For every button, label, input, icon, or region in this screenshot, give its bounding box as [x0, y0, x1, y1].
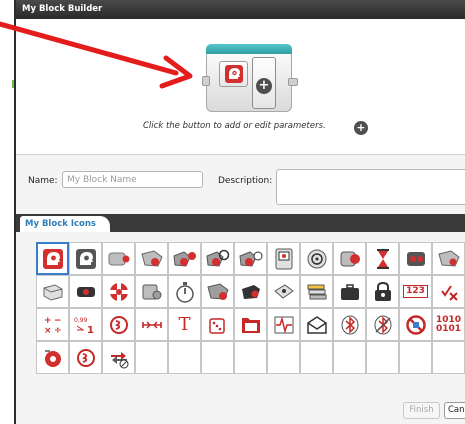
- range-small-icon[interactable]: [69, 341, 102, 374]
- infrared-beacon-icon[interactable]: [69, 275, 102, 308]
- parameters-hint: Click the button to add or edit paramete…: [143, 121, 326, 131]
- add-parameter-plus-icon[interactable]: +: [256, 78, 272, 94]
- window-title: My Block Builder: [16, 0, 465, 19]
- cancel-button[interactable]: Cancel: [444, 402, 465, 419]
- logic-operations-icon[interactable]: [432, 275, 465, 308]
- large-motor-icon[interactable]: [135, 242, 168, 275]
- gyro-sensor-icon[interactable]: [135, 275, 168, 308]
- empty-icon-slot[interactable]: [300, 341, 333, 374]
- tab-my-block-icons[interactable]: My Block Icons: [20, 216, 110, 233]
- block-head-gear-icon[interactable]: [219, 61, 248, 87]
- name-label: Name:: [28, 176, 58, 186]
- timer-hourglass-icon[interactable]: [366, 242, 399, 275]
- name-input[interactable]: [62, 171, 203, 188]
- move-steering-icon[interactable]: [168, 242, 201, 275]
- color-sensor-icon[interactable]: [333, 242, 366, 275]
- bluetooth-icon[interactable]: [333, 308, 366, 341]
- empty-icon-slot[interactable]: [168, 341, 201, 374]
- medium-motor-icon[interactable]: [102, 242, 135, 275]
- math-operations-icon[interactable]: + − × ÷: [36, 308, 69, 341]
- svg-text:+: +: [44, 316, 52, 326]
- lock-icon[interactable]: [366, 275, 399, 308]
- bluetooth-off-icon[interactable]: [366, 308, 399, 341]
- empty-icon-slot[interactable]: [135, 341, 168, 374]
- svg-text:−: −: [54, 316, 62, 326]
- ir-remote-icon[interactable]: [267, 275, 300, 308]
- loop-interrupt-icon[interactable]: [102, 341, 135, 374]
- motor-rotation-icon[interactable]: [201, 275, 234, 308]
- empty-icon-slot[interactable]: [267, 341, 300, 374]
- empty-icon-slot[interactable]: [201, 341, 234, 374]
- round-icon[interactable]: 0,99 1: [69, 308, 102, 341]
- brick-display-icon[interactable]: [267, 242, 300, 275]
- waveform-icon[interactable]: [267, 308, 300, 341]
- block-cap: [206, 44, 292, 54]
- motor-red-icon[interactable]: [36, 341, 69, 374]
- head-gear-dark-icon[interactable]: [69, 242, 102, 275]
- touch-sensor-icon[interactable]: [234, 275, 267, 308]
- divider: [16, 154, 465, 155]
- brick-buttons-icon[interactable]: [102, 275, 135, 308]
- move-tank-icon[interactable]: [201, 242, 234, 275]
- file-access-icon[interactable]: [234, 308, 267, 341]
- messaging-icon[interactable]: [300, 308, 333, 341]
- empty-icon-slot[interactable]: [366, 341, 399, 374]
- empty-icon-slot[interactable]: [432, 341, 465, 374]
- svg-text:÷: ÷: [54, 326, 62, 336]
- svg-text:×: ×: [44, 326, 52, 336]
- ultrasonic-sensor-icon[interactable]: [432, 242, 465, 275]
- sequence-input-connector-icon: [202, 76, 210, 86]
- array-label: 123: [403, 285, 428, 298]
- head-gear-icon[interactable]: [36, 242, 69, 275]
- finish-button[interactable]: Finish: [403, 402, 440, 419]
- large-motor-rotation-icon[interactable]: [234, 242, 267, 275]
- my-block-preview: +: [202, 44, 298, 118]
- svg-text:1: 1: [87, 325, 94, 336]
- data-stack-icon[interactable]: [300, 275, 333, 308]
- empty-icon-slot[interactable]: [234, 341, 267, 374]
- brick-icon[interactable]: [36, 275, 69, 308]
- stopwatch-icon[interactable]: [168, 275, 201, 308]
- description-input[interactable]: [276, 169, 465, 205]
- empty-icon-slot[interactable]: [333, 341, 366, 374]
- infrared-sensor-icon[interactable]: [399, 242, 432, 275]
- sound-icon[interactable]: [300, 242, 333, 275]
- background-strip: [0, 0, 14, 424]
- range-icon[interactable]: [102, 308, 135, 341]
- hint-plus-icon: +: [354, 121, 368, 135]
- binary-icon[interactable]: 1010 0101: [432, 308, 465, 341]
- array-numbers-icon[interactable]: 123: [399, 275, 432, 308]
- text-glyph: T: [178, 314, 191, 335]
- briefcase-icon[interactable]: [333, 275, 366, 308]
- compare-icon[interactable]: [135, 308, 168, 341]
- empty-icon-slot[interactable]: [399, 341, 432, 374]
- text-icon[interactable]: T: [168, 308, 201, 341]
- description-label: Description:: [218, 176, 273, 186]
- random-icon[interactable]: [201, 308, 234, 341]
- binary-bottom-label: 0101: [435, 323, 462, 334]
- stop-icon[interactable]: [399, 308, 432, 341]
- sequence-output-connector-icon: [288, 78, 298, 86]
- svg-text:0,99: 0,99: [74, 317, 88, 324]
